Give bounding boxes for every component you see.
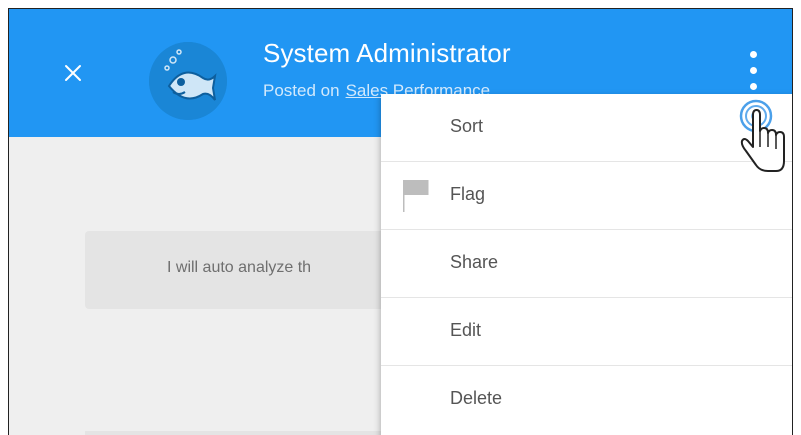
comment-text: I will auto analyze th	[167, 259, 312, 276]
hand-pointer-icon	[739, 99, 785, 172]
menu-item-flag[interactable]: Flag	[381, 162, 792, 230]
menu-item-share[interactable]: Share	[381, 230, 792, 298]
avatar	[149, 42, 227, 120]
author-name: System Administrator	[263, 38, 511, 68]
more-options-button[interactable]	[742, 47, 766, 101]
menu-item-sort[interactable]: Sort	[381, 94, 792, 162]
flag-icon	[403, 180, 429, 212]
app-frame: System Administrator Posted on Sales Perf…	[8, 8, 793, 435]
fish-avatar-icon	[149, 42, 227, 120]
menu-item-label: Edit	[450, 320, 482, 340]
menu-item-delete[interactable]: Delete	[381, 366, 792, 434]
menu-item-label: Share	[450, 252, 499, 272]
menu-item-label: Flag	[450, 184, 486, 204]
menu-item-edit[interactable]: Edit	[381, 298, 792, 366]
posted-on-label: Posted on	[263, 81, 340, 100]
next-card	[85, 431, 425, 435]
menu-item-label: Sort	[450, 116, 484, 136]
menu-item-label: Delete	[450, 388, 503, 408]
close-icon	[65, 65, 81, 81]
comment-card: I will auto analyze th	[85, 231, 425, 309]
close-button[interactable]	[61, 61, 85, 85]
options-menu: Sort Flag Share Edit Delete	[381, 94, 792, 435]
